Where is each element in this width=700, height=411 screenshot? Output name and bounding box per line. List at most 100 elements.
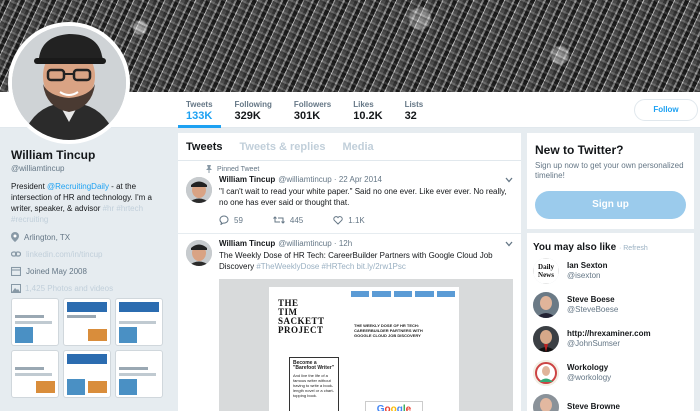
tweet-author-handle[interactable]: @williamtincup · 22 Apr 2014 <box>278 175 382 184</box>
photo-thumbnail[interactable] <box>115 298 163 346</box>
suggestion-item[interactable]: Steve Boese @SteveBoese <box>533 288 688 321</box>
avatar-icon <box>186 177 212 203</box>
tweet-author-name[interactable]: William Tincup <box>219 175 275 184</box>
profile-joined: Joined May 2008 <box>11 266 171 276</box>
signup-module: New to Twitter? Sign up now to get your … <box>527 133 694 229</box>
photo-icon <box>11 284 21 293</box>
stat-label: Likes <box>353 100 374 109</box>
media-ad-text: And live the life of a famous writer wit… <box>293 373 334 398</box>
profile-stats: Tweets 133K Following 329K Followers 301… <box>178 92 437 128</box>
tweet-actions: 59 445 1.1K <box>219 215 513 233</box>
suggestion-name[interactable]: Ian Sexton <box>567 261 607 270</box>
retweet-button[interactable]: 445 <box>273 215 303 225</box>
media-logo: THE TIM SACKETT PROJECT <box>278 298 325 335</box>
google-logo: Google <box>365 401 423 411</box>
suggestion-name[interactable]: http://hrexaminer.com <box>567 329 651 338</box>
suggestion-item[interactable]: Workology @workology <box>533 356 688 389</box>
profile-location: Arlington, TX <box>11 232 171 242</box>
suggestion-avatar[interactable]: Daily News <box>533 257 559 284</box>
stat-label: Tweets <box>186 100 213 109</box>
timeline: Tweets Tweets & replies Media Pinned Twe… <box>178 133 521 411</box>
suggestion-name[interactable]: Steve Browne <box>567 402 620 411</box>
stat-value: 10.2K <box>353 110 383 122</box>
joined-text: Joined May 2008 <box>26 266 87 276</box>
website-link[interactable]: linkedin.com/in/tincup <box>26 250 102 259</box>
stat-likes[interactable]: Likes 10.2K <box>345 92 390 128</box>
signup-button[interactable]: Sign up <box>535 191 686 219</box>
media-nav-bar <box>351 291 456 297</box>
link-icon <box>11 251 21 257</box>
profile-name[interactable]: William Tincup <box>11 148 171 162</box>
photo-thumbnail[interactable] <box>11 298 59 346</box>
chevron-down-icon[interactable] <box>505 241 513 247</box>
photo-thumbnail[interactable] <box>115 350 163 398</box>
like-count: 1.1K <box>348 215 365 225</box>
suggestion-item[interactable]: Daily News Ian Sexton @isexton <box>533 254 688 287</box>
reply-count: 59 <box>234 215 243 225</box>
tweet-text: The Weekly Dose of HR Tech: CareerBuilde… <box>219 250 513 272</box>
follow-button[interactable]: Follow <box>634 99 698 121</box>
suggestion-item[interactable]: http://hrexaminer.com @JohnSumser <box>533 322 688 355</box>
media-ad-title: Become a "Barefoot Writer" <box>293 360 335 371</box>
tweet-media-image[interactable]: THE TIM SACKETT PROJECT THE WEEKLY DOSE … <box>219 279 513 411</box>
avatar-icon <box>186 240 212 266</box>
stat-tweets[interactable]: Tweets 133K <box>178 92 221 128</box>
suggestion-avatar[interactable] <box>533 359 559 386</box>
tab-media[interactable]: Media <box>334 133 382 160</box>
signup-title: New to Twitter? <box>535 143 624 157</box>
suggestion-handle: @workology <box>567 373 612 382</box>
like-button[interactable]: 1.1K <box>333 215 365 225</box>
heart-icon <box>333 216 343 225</box>
tweet[interactable]: William Tincup @williamtincup · 12h The … <box>178 234 521 411</box>
workology-logo-icon <box>533 359 559 386</box>
photos-count[interactable]: 1,425 Photos and videos <box>25 284 113 293</box>
suggestion-avatar[interactable] <box>533 291 559 318</box>
tweet-author-handle[interactable]: @williamtincup · 12h <box>278 239 352 248</box>
tweet-text: "I can't wait to read your white paper."… <box>219 187 507 207</box>
reply-button[interactable]: 59 <box>219 215 243 225</box>
stat-following[interactable]: Following 329K <box>227 92 280 128</box>
bio-text: President <box>11 182 48 191</box>
profile-bio: President @RecruitingDaily - at the inte… <box>11 181 171 225</box>
suggestion-name[interactable]: Workology <box>567 363 611 372</box>
photo-thumbnail[interactable] <box>63 298 111 346</box>
suggestions-module: You may also like · Refresh Daily News Ia… <box>527 233 694 411</box>
photos-videos-link[interactable]: 1,425 Photos and videos <box>11 284 171 293</box>
stat-lists[interactable]: Lists 32 <box>397 92 432 128</box>
photo-thumbnail[interactable] <box>63 350 111 398</box>
suggestion-avatar[interactable] <box>533 325 559 352</box>
chevron-down-icon[interactable] <box>505 177 513 183</box>
tweet-hashtags-link[interactable]: #TheWeeklyDose #HRTech bit.ly/2rw1Psc <box>256 262 406 271</box>
signup-subtitle: Sign up now to get your own personalized… <box>535 161 684 180</box>
stat-label: Followers <box>293 100 332 109</box>
tweet-author-name[interactable]: William Tincup <box>219 239 275 248</box>
tweet-avatar[interactable] <box>186 240 212 266</box>
stat-followers[interactable]: Followers 301K <box>286 92 339 128</box>
suggestion-item[interactable]: Steve Browne <box>533 390 688 411</box>
profile-avatar[interactable] <box>8 22 130 144</box>
suggestion-handle: @SteveBoese <box>567 305 619 314</box>
pinned-label: Pinned Tweet <box>205 161 521 173</box>
calendar-icon <box>11 266 21 276</box>
media-headline: THE WEEKLY DOSE OF HR TECH: CAREERBUILDE… <box>354 323 423 338</box>
media-ad-card: Become a "Barefoot Writer" And live the … <box>289 357 339 411</box>
profile-website: linkedin.com/in/tincup <box>11 249 171 259</box>
bio-mention-link[interactable]: @RecruitingDaily <box>47 182 109 191</box>
suggestion-handle: @isexton <box>567 271 601 280</box>
person-avatar-icon <box>533 325 559 352</box>
stat-label: Following <box>234 100 272 109</box>
suggestions-title-text: You may also like <box>533 242 617 253</box>
suggestion-avatar[interactable] <box>533 393 559 411</box>
photo-thumbnail[interactable] <box>11 350 59 398</box>
tab-tweets-replies[interactable]: Tweets & replies <box>231 133 334 160</box>
location-pin-icon <box>11 232 19 242</box>
person-avatar-icon <box>533 291 559 318</box>
stat-value: 32 <box>404 110 417 122</box>
tweet-pinned[interactable]: Pinned Tweet William Tincup @williamtinc… <box>178 161 521 234</box>
suggestion-name[interactable]: Steve Boese <box>567 295 618 304</box>
tweet-avatar[interactable] <box>186 177 212 203</box>
refresh-link[interactable]: · Refresh <box>619 245 648 252</box>
daily-news-logo-icon: DailyNews <box>533 257 559 284</box>
tab-tweets[interactable]: Tweets <box>178 133 231 160</box>
profile-handle[interactable]: @williamtincup <box>11 164 171 173</box>
